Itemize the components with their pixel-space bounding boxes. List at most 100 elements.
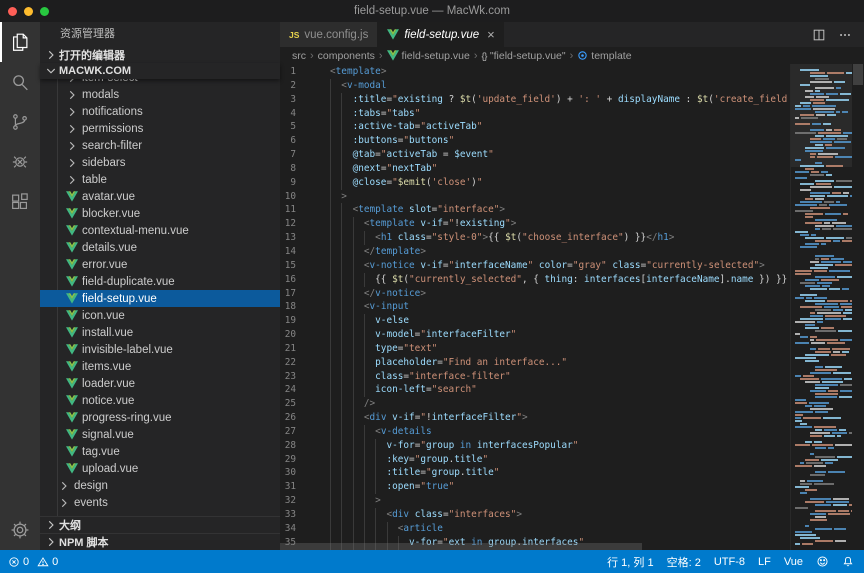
vertical-scrollbar[interactable] xyxy=(852,64,864,550)
code-line[interactable]: 4 :tabs="tabs" xyxy=(280,107,864,121)
minimap[interactable] xyxy=(790,64,852,550)
code-line[interactable]: 20 v-model="interfaceFilter" xyxy=(280,328,864,342)
code-line[interactable]: 34 <article xyxy=(280,522,864,536)
close-window-button[interactable] xyxy=(8,7,17,16)
code-line[interactable]: 8 @next="nextTab" xyxy=(280,162,864,176)
tree-item-install-vue[interactable]: install.vue xyxy=(40,324,280,341)
status-item[interactable]: Vue xyxy=(784,556,803,568)
tree-item-details-vue[interactable]: details.vue xyxy=(40,239,280,256)
tree-item-items-vue[interactable]: items.vue xyxy=(40,358,280,375)
tree-item-events[interactable]: events xyxy=(40,494,280,511)
code-line[interactable]: 30 :title="group.title" xyxy=(280,466,864,480)
code-line[interactable]: 14 </template> xyxy=(280,245,864,259)
status-item[interactable]: LF xyxy=(758,556,771,568)
tree-item-loader-vue[interactable]: loader.vue xyxy=(40,375,280,392)
code-line[interactable]: 3 :title="existing ? $t('update_field') … xyxy=(280,93,864,107)
code-line[interactable]: 21 type="text" xyxy=(280,342,864,356)
code-line[interactable]: 5 :active-tab="activeTab" xyxy=(280,120,864,134)
close-tab-icon[interactable]: × xyxy=(487,28,495,41)
vue-file-icon xyxy=(64,461,79,476)
breadcrumb-item[interactable]: field-setup.vue xyxy=(387,50,470,62)
tree-item-avatar-vue[interactable]: avatar.vue xyxy=(40,188,280,205)
code-line[interactable]: 19 v-else xyxy=(280,314,864,328)
activity-item-settings[interactable] xyxy=(0,510,40,550)
tree-item-notice-vue[interactable]: notice.vue xyxy=(40,392,280,409)
breadcrumb-item[interactable]: {}"field-setup.vue" xyxy=(482,50,566,62)
code-line[interactable]: 2 <v-modal xyxy=(280,79,864,93)
tab-vue-config-js[interactable]: JSvue.config.js xyxy=(280,22,378,47)
activity-item-explorer[interactable] xyxy=(0,22,40,62)
code-line[interactable]: 29 :key="group.title" xyxy=(280,453,864,467)
zoom-window-button[interactable] xyxy=(40,7,49,16)
tree-item-field-setup-vue[interactable]: field-setup.vue xyxy=(40,290,280,307)
workspace-section[interactable]: MACWK.COM xyxy=(40,63,280,79)
breadcrumb-item[interactable]: template xyxy=(577,50,631,62)
code-line[interactable]: 10 > xyxy=(280,190,864,204)
activity-item-debug[interactable] xyxy=(0,142,40,182)
code-editor[interactable]: 1<template>2 <v-modal3 :title="existing … xyxy=(280,64,864,550)
minimize-window-button[interactable] xyxy=(24,7,33,16)
code-line[interactable]: 12 <template v-if="!existing"> xyxy=(280,217,864,231)
outline-section[interactable]: 大纲 xyxy=(40,516,280,533)
code-line[interactable]: 17 </v-notice> xyxy=(280,287,864,301)
tree-item-permissions[interactable]: permissions xyxy=(40,120,280,137)
breadcrumb-item[interactable]: components xyxy=(318,50,375,62)
tree-item-field-duplicate-vue[interactable]: field-duplicate.vue xyxy=(40,273,280,290)
code-line[interactable]: 1<template> xyxy=(280,65,864,79)
status-smiley[interactable] xyxy=(816,555,829,568)
tree-item-progress-ring-vue[interactable]: progress-ring.vue xyxy=(40,409,280,426)
tree-item-contextual-menu-vue[interactable]: contextual-menu.vue xyxy=(40,222,280,239)
tree-item-modals[interactable]: modals xyxy=(40,86,280,103)
tree-item-signal-vue[interactable]: signal.vue xyxy=(40,426,280,443)
ellipsis-icon[interactable] xyxy=(838,28,852,42)
tree-item-design[interactable]: design xyxy=(40,477,280,494)
activity-item-source-control[interactable] xyxy=(0,102,40,142)
code-line[interactable]: 9 @close="$emit('close')" xyxy=(280,176,864,190)
tree-item-blocker-vue[interactable]: blocker.vue xyxy=(40,205,280,222)
tree-item-tag-vue[interactable]: tag.vue xyxy=(40,443,280,460)
code-text: :tabs="tabs" xyxy=(330,107,420,121)
code-line[interactable]: 23 class="interface-filter" xyxy=(280,370,864,384)
code-line[interactable]: 22 placeholder="Find an interface..." xyxy=(280,356,864,370)
tab-field-setup-vue[interactable]: field-setup.vue× xyxy=(378,22,503,47)
tree-item-upload-vue[interactable]: upload.vue xyxy=(40,460,280,477)
status-error[interactable]: 0 xyxy=(8,556,29,568)
code-line[interactable]: 16 {{ $t("currently_selected", { thing: … xyxy=(280,273,864,287)
tree-item-item-select[interactable]: item-select xyxy=(40,79,280,86)
tree-item-notifications[interactable]: notifications xyxy=(40,103,280,120)
code-line[interactable]: 31 :open="true" xyxy=(280,480,864,494)
activity-item-search[interactable] xyxy=(0,62,40,102)
code-line[interactable]: 33 <div class="interfaces"> xyxy=(280,508,864,522)
breadcrumb-item[interactable]: src xyxy=(292,50,306,62)
tree-item-sidebars[interactable]: sidebars xyxy=(40,154,280,171)
code-line[interactable]: 15 <v-notice v-if="interfaceName" color=… xyxy=(280,259,864,273)
horizontal-scrollbar-thumb[interactable] xyxy=(280,543,642,550)
code-line[interactable]: 6 :buttons="buttons" xyxy=(280,134,864,148)
tree-item-error-vue[interactable]: error.vue xyxy=(40,256,280,273)
activity-item-extensions[interactable] xyxy=(0,182,40,222)
status-item[interactable]: 空格: 2 xyxy=(667,554,701,570)
code-line[interactable]: 24 icon-left="search" xyxy=(280,383,864,397)
code-line[interactable]: 26 <div v-if="!interfaceFilter"> xyxy=(280,411,864,425)
code-line[interactable]: 13 <h1 class="style-0">{{ $t("choose_int… xyxy=(280,231,864,245)
status-item[interactable]: UTF-8 xyxy=(714,556,745,568)
tree-item-search-filter[interactable]: search-filter xyxy=(40,137,280,154)
status-item[interactable]: 行 1, 列 1 xyxy=(607,554,653,570)
split-editor-icon[interactable] xyxy=(812,28,826,42)
indent-guide xyxy=(341,397,342,411)
code-line[interactable]: 11 <template slot="interface"> xyxy=(280,203,864,217)
tree-item-invisible-label-vue[interactable]: invisible-label.vue xyxy=(40,341,280,358)
tree-item-icon-vue[interactable]: icon.vue xyxy=(40,307,280,324)
code-line[interactable]: 27 <v-details xyxy=(280,425,864,439)
code-line[interactable]: 25 /> xyxy=(280,397,864,411)
code-line[interactable]: 32 > xyxy=(280,494,864,508)
code-line[interactable]: 18 <v-input xyxy=(280,300,864,314)
status-bell[interactable] xyxy=(842,555,854,568)
open-editors-section[interactable]: 打开的编辑器 xyxy=(40,46,280,63)
code-line[interactable]: 7 @tab="activeTab = $event" xyxy=(280,148,864,162)
npm-scripts-section[interactable]: NPM 脚本 xyxy=(40,533,280,550)
status-warning[interactable]: 0 xyxy=(37,556,58,568)
code-line[interactable]: 28 v-for="group in interfacesPopular" xyxy=(280,439,864,453)
tree-item-table[interactable]: table xyxy=(40,171,280,188)
vertical-scrollbar-thumb[interactable] xyxy=(853,64,863,85)
